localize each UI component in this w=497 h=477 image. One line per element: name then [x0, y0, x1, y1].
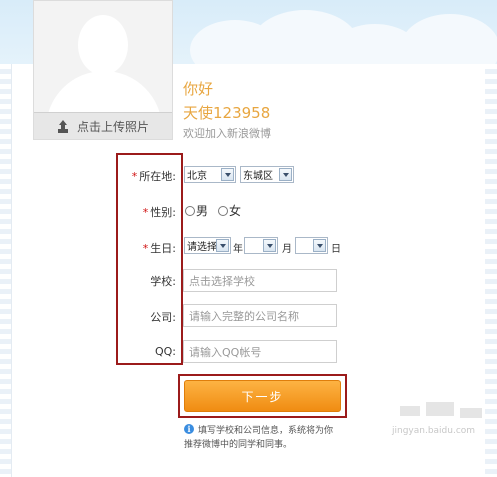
birth-month-select[interactable] — [244, 237, 278, 254]
qq-label: QQ: — [154, 345, 176, 358]
chevron-down-icon — [313, 239, 326, 252]
avatar-upload[interactable]: 点击上传照片 — [33, 0, 173, 140]
gender-male-label: 男 — [196, 204, 209, 218]
left-stripe-border — [0, 64, 12, 477]
watermark-logo — [360, 402, 490, 426]
chevron-down-icon — [221, 168, 234, 181]
greeting-hello: 你好 — [183, 80, 214, 98]
district-select[interactable]: 东城区 — [240, 166, 294, 183]
required-mark: * — [131, 170, 138, 183]
required-mark: * — [142, 242, 149, 255]
month-unit: 月 — [282, 244, 292, 255]
birthday-label-text: 生日: — [150, 242, 176, 255]
province-value: 北京 — [187, 171, 207, 182]
chevron-down-icon — [279, 168, 292, 181]
province-select[interactable]: 北京 — [184, 166, 236, 183]
chevron-down-icon — [263, 239, 276, 252]
upload-icon — [57, 120, 69, 132]
gender-female-radio[interactable] — [218, 206, 228, 216]
school-label: 学校: — [150, 275, 176, 288]
day-unit: 日 — [331, 244, 341, 255]
gender-label: * 性别: — [143, 204, 176, 220]
location-label-text: 所在地: — [139, 170, 176, 183]
avatar-placeholder-head — [78, 15, 128, 75]
year-unit: 年 — [233, 244, 243, 255]
birth-day-select[interactable] — [295, 237, 328, 254]
required-mark: * — [142, 206, 149, 219]
gender-female-label: 女 — [229, 204, 242, 218]
upload-photo-button[interactable]: 点击上传照片 — [34, 112, 172, 139]
watermark-text: jingyan.baidu.com — [392, 426, 476, 436]
school-input[interactable]: 点击选择学校 — [183, 269, 337, 292]
tip-text-line2: 推荐微博中的同学和同事。 — [184, 440, 293, 450]
district-value: 东城区 — [243, 171, 273, 182]
birthday-label: * 生日: — [143, 240, 176, 256]
location-label: * 所在地: — [132, 168, 176, 184]
info-icon: i — [184, 424, 194, 434]
birth-year-select[interactable]: 请选择 — [184, 237, 231, 254]
gender-label-text: 性别: — [150, 206, 176, 219]
company-label: 公司: — [150, 311, 176, 324]
username: 天使123958 — [183, 104, 271, 122]
qq-input[interactable]: 请输入QQ帐号 — [183, 340, 337, 363]
upload-photo-label: 点击上传照片 — [76, 119, 149, 134]
labels-highlight-box — [116, 153, 183, 365]
welcome-text: 欢迎加入新浪微博 — [183, 127, 271, 140]
tip-text-line1: 填写学校和公司信息，系统将为你 — [198, 426, 334, 436]
next-step-button[interactable]: 下一步 — [184, 380, 341, 412]
next-button-highlight: 下一步 — [178, 374, 347, 418]
chevron-down-icon — [216, 239, 229, 252]
birth-year-value: 请选择 — [187, 242, 217, 253]
company-input[interactable]: 请输入完整的公司名称 — [183, 304, 337, 327]
gender-male-radio[interactable] — [185, 206, 195, 216]
